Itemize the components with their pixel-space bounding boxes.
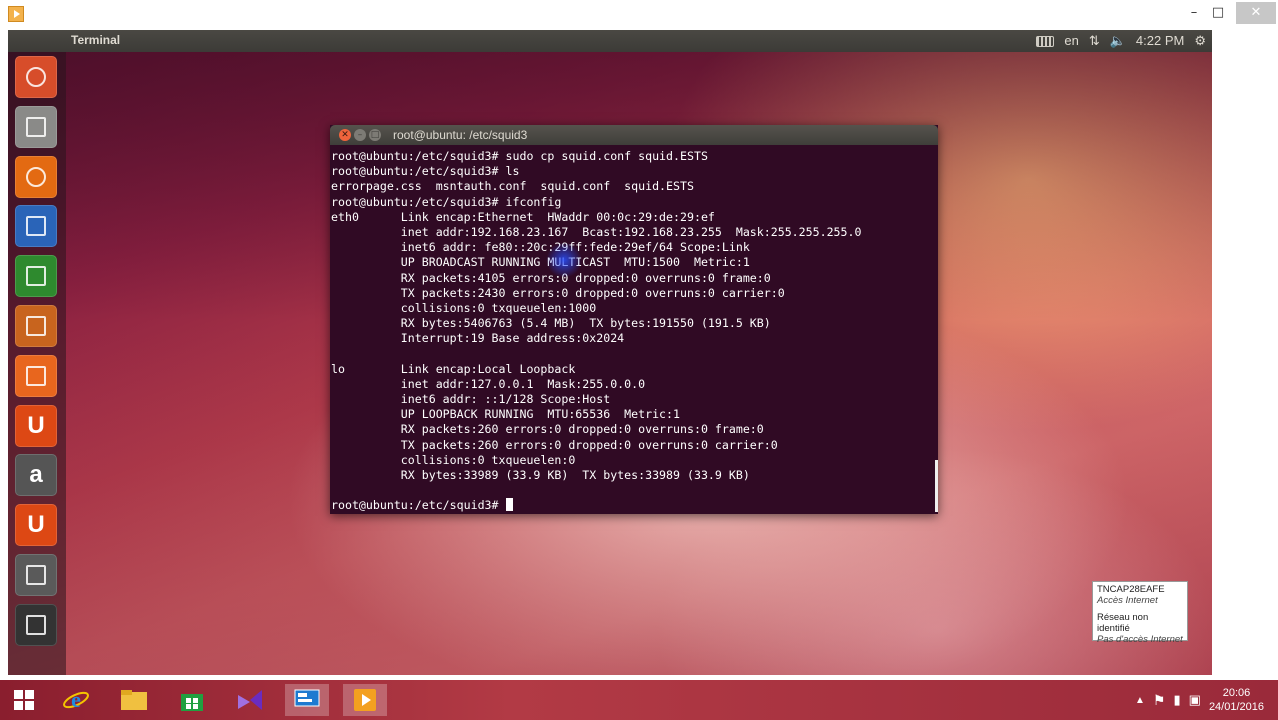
- host-title-bar: – □ ✕: [0, 0, 1278, 30]
- terminal-line: UP LOOPBACK RUNNING MTU:65536 Metric:1: [331, 407, 681, 422]
- terminal-line: root@ubuntu:/etc/squid3# ifconfig: [331, 194, 562, 209]
- flag-icon[interactable]: ⚑: [1153, 692, 1166, 709]
- terminal-line: inet addr:192.168.23.167 Bcast:192.168.2…: [331, 224, 862, 239]
- keyboard-layout[interactable]: en: [1064, 30, 1078, 52]
- app-icon: [8, 6, 24, 22]
- document-icon[interactable]: [15, 205, 57, 248]
- amazon-icon[interactable]: a: [15, 454, 57, 497]
- terminal-line: inet6 addr: fe80::20c:29ff:fede:29ef/64 …: [331, 240, 750, 255]
- network-icon[interactable]: ⇅: [1089, 30, 1100, 52]
- minimize-icon[interactable]: –: [354, 129, 366, 141]
- terminal-line: root@ubuntu:/etc/squid3# ls: [331, 164, 520, 179]
- windows-start-icon[interactable]: [2, 684, 46, 716]
- maximize-button[interactable]: □: [1204, 2, 1232, 24]
- terminal-line: eth0 Link encap:Ethernet HWaddr 00:0c:29…: [331, 209, 729, 224]
- terminal-line: collisions:0 txqueuelen:1000: [331, 300, 604, 315]
- terminal-line: lo Link encap:Local Loopback: [331, 361, 590, 376]
- svg-text:e: e: [71, 687, 81, 712]
- shopping-bag-icon[interactable]: [15, 354, 57, 397]
- close-icon[interactable]: ✕: [339, 129, 351, 141]
- terminal-line: RX bytes:33989 (33.9 KB) TX bytes:33989 …: [331, 467, 750, 482]
- media-player-icon[interactable]: [343, 684, 387, 716]
- system-tray: ▲ ⚑ ▮ ▣ 20:06 24/01/2016: [1135, 680, 1278, 720]
- ubuntu-one-music-icon[interactable]: U: [15, 504, 57, 547]
- ubuntu-logo-icon[interactable]: [15, 56, 57, 98]
- close-button[interactable]: ✕: [1236, 2, 1276, 24]
- terminal-output[interactable]: root@ubuntu:/etc/squid3# sudo cp squid.c…: [331, 149, 931, 513]
- network-ssid-status: Accès Internet: [1097, 595, 1158, 606]
- terminal-line: TX packets:260 errors:0 dropped:0 overru…: [331, 437, 778, 452]
- file-cabinet-icon[interactable]: [15, 105, 57, 148]
- launcher: UaU: [8, 52, 66, 675]
- network-ssid: TNCAP28EAFE: [1097, 584, 1165, 595]
- terminal-prompt: root@ubuntu:/etc/squid3#: [331, 498, 506, 513]
- remote-desktop-icon[interactable]: [285, 684, 329, 716]
- terminal-line: RX bytes:5406763 (5.4 MB) TX bytes:19155…: [331, 316, 771, 331]
- ubuntu-top-panel: Terminal en ⇅ 🔈 4:22 PM ⚙: [8, 30, 1212, 52]
- firefox-icon[interactable]: [15, 155, 57, 198]
- network-status: Pas d'accès Internet: [1097, 634, 1183, 645]
- file-explorer-icon[interactable]: [112, 684, 156, 716]
- panel-clock[interactable]: 4:22 PM: [1136, 30, 1184, 52]
- terminal-line: Interrupt:19 Base address:0x2024: [331, 331, 632, 346]
- terminal-line: inet6 addr: ::1/128 Scope:Host: [331, 392, 611, 406]
- terminal-line: TX packets:2430 errors:0 dropped:0 overr…: [331, 285, 785, 300]
- show-hidden-icons-icon[interactable]: ▲: [1135, 695, 1145, 706]
- panel-app-title: Terminal: [71, 33, 121, 47]
- spreadsheet-icon[interactable]: [15, 255, 57, 298]
- battery-icon[interactable]: ▮: [1173, 692, 1180, 708]
- presentation-icon[interactable]: [15, 305, 57, 347]
- gear-wrench-icon[interactable]: [15, 554, 57, 596]
- clock-time: 20:06: [1222, 687, 1251, 699]
- terminal-line: RX packets:260 errors:0 dropped:0 overru…: [331, 422, 764, 437]
- ubuntu-one-icon[interactable]: U: [15, 404, 57, 447]
- clock-date: 24/01/2016: [1208, 701, 1264, 713]
- volume-icon[interactable]: 🔈: [1110, 30, 1126, 52]
- terminal-line: UP BROADCAST RUNNING MULTICAST MTU:1500 …: [331, 255, 750, 270]
- vm-screen: Terminal en ⇅ 🔈 4:22 PM ⚙ UaU ✕ – □ root…: [8, 30, 1212, 675]
- terminal-title: root@ubuntu: /etc/squid3: [393, 128, 528, 142]
- store-icon[interactable]: [170, 684, 214, 716]
- gear-icon[interactable]: ⚙: [1194, 30, 1206, 52]
- terminal-line: errorpage.css msntauth.conf squid.conf s…: [331, 179, 694, 194]
- terminal-line: root@ubuntu:/etc/squid3# sudo cp squid.c…: [331, 149, 708, 163]
- scrollbar[interactable]: [935, 460, 938, 512]
- terminal-window[interactable]: ✕ – □ root@ubuntu: /etc/squid3 root@ubun…: [330, 125, 938, 514]
- terminal-prompt-line: root@ubuntu:/etc/squid3#: [331, 498, 931, 513]
- taskbar-clock[interactable]: 20:06 24/01/2016: [1209, 686, 1264, 714]
- terminal-line: RX packets:4105 errors:0 dropped:0 overr…: [331, 270, 771, 285]
- monitor-icon[interactable]: ▣: [1189, 692, 1201, 708]
- keyboard-icon[interactable]: [1036, 35, 1055, 47]
- internet-explorer-icon[interactable]: e: [54, 684, 98, 716]
- network-name: Réseau non identifié: [1097, 612, 1149, 634]
- network-flyout[interactable]: TNCAP28EAFE Accès Internet Réseau non id…: [1092, 581, 1188, 645]
- terminal-line: inet addr:127.0.0.1 Mask:255.0.0.0: [331, 376, 646, 391]
- terminal-icon[interactable]: [15, 603, 57, 646]
- maximize-icon[interactable]: □: [369, 129, 381, 141]
- terminal-title-bar[interactable]: ✕ – □ root@ubuntu: /etc/squid3: [330, 125, 938, 145]
- windows-taskbar: e: [0, 680, 1278, 720]
- visual-studio-icon[interactable]: [228, 684, 272, 716]
- text-cursor: [505, 498, 513, 512]
- terminal-line: collisions:0 txqueuelen:0: [331, 452, 583, 467]
